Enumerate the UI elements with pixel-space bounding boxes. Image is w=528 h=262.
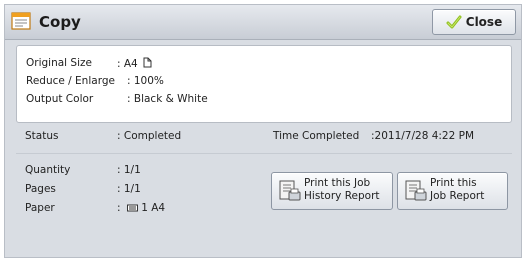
paper-value-text: 1 A4 — [141, 202, 166, 214]
paper-value-prefix: : — [117, 202, 121, 214]
portrait-orientation-icon — [143, 57, 152, 68]
output-color-value: : Black & White — [127, 93, 208, 105]
pages-value: : 1/1 — [117, 183, 141, 195]
time-completed-value: :2011/7/28 4:22 PM — [371, 130, 475, 142]
quantity-value: : 1/1 — [117, 164, 141, 176]
original-size-value: : A4 — [117, 57, 152, 70]
close-button-label: Close — [465, 15, 503, 29]
quantity-label: Quantity — [25, 164, 71, 176]
original-size-text: : A4 — [117, 58, 138, 70]
job-settings-panel: Original Size : A4 Reduce / Enlarge : 10… — [16, 45, 512, 123]
divider — [16, 153, 512, 154]
output-color-label: Output Color — [26, 93, 94, 105]
pages-label: Pages — [25, 183, 56, 195]
close-button[interactable]: Close — [432, 9, 516, 35]
status-value: : Completed — [117, 130, 182, 142]
window-title: Copy — [39, 13, 81, 31]
print-job-report-label: Print this Job Report — [430, 177, 485, 202]
print-job-history-report-label: Print this Job History Report — [304, 177, 380, 202]
copy-document-icon — [11, 12, 31, 30]
title-bar: Copy Close — [5, 5, 521, 40]
original-size-label: Original Size — [26, 57, 92, 69]
copy-job-window: Copy Close Original Size : A4 Reduce / E… — [4, 4, 522, 258]
status-label: Status — [25, 130, 59, 142]
time-completed-label: Time Completed — [273, 130, 360, 142]
print-report-icon — [405, 180, 427, 201]
print-report-icon — [279, 180, 301, 201]
paper-value: : 1 A4 — [117, 202, 165, 214]
paper-tray-icon — [126, 204, 138, 212]
reduce-enlarge-label: Reduce / Enlarge — [26, 75, 115, 87]
print-job-report-button[interactable]: Print this Job Report — [397, 172, 508, 210]
paper-label: Paper — [25, 202, 55, 214]
check-icon — [446, 15, 462, 29]
reduce-enlarge-value: : 100% — [127, 75, 164, 87]
print-job-history-report-button[interactable]: Print this Job History Report — [271, 172, 393, 210]
